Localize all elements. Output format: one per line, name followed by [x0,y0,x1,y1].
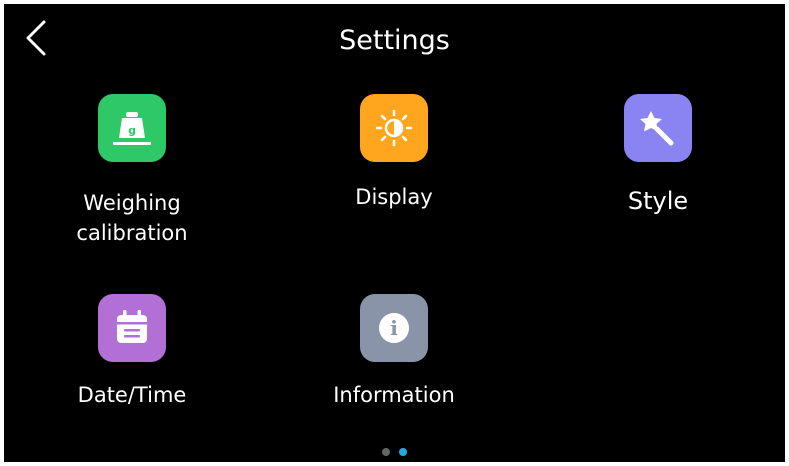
display-tile [360,94,428,162]
weight-icon: g [113,112,151,145]
style-button[interactable]: Style [624,94,692,224]
date-time-label: Date/Time [77,383,187,407]
weighing-calibration-tile: g [98,94,166,162]
information-label: Information [333,383,455,407]
info-icon: i [379,313,409,343]
date-time-button[interactable]: Date/Time [78,294,186,414]
page-dot-1[interactable] [382,448,390,456]
weighing-calibration-label-line1: Weighing [83,191,181,215]
settings-screen: Settings g Weighing calibration Display … [4,4,785,462]
date-time-tile [98,294,166,362]
style-label: Style [627,187,689,215]
weight-unit-text: g [128,124,136,137]
magic-wand-icon [640,111,674,146]
calendar-icon [117,310,147,343]
weighing-calibration-label-line2: calibration [76,221,188,245]
style-tile [624,94,692,162]
weighing-calibration-label: Weighing calibration [68,188,196,248]
display-label: Display [355,185,433,209]
information-button[interactable]: i Information [333,294,455,414]
info-glyph: i [390,316,398,340]
information-tile: i [360,294,428,362]
brightness-icon [375,109,413,147]
display-button[interactable]: Display [355,94,433,224]
page-title: Settings [339,25,450,56]
page-dot-2-active[interactable] [399,448,407,456]
weighing-calibration-button[interactable]: g Weighing calibration [76,94,188,245]
